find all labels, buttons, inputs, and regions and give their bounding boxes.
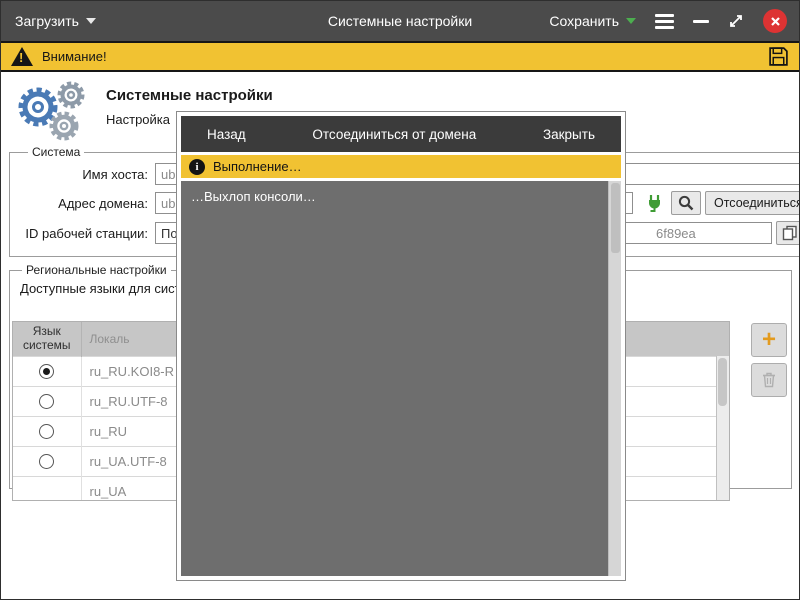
load-button[interactable]: Загрузить: [15, 1, 96, 41]
plug-icon: [649, 195, 660, 212]
disconnect-domain-button[interactable]: Отсоединиться от домена: [312, 127, 476, 142]
hamburger-icon: [655, 13, 674, 17]
menu-button[interactable]: [655, 13, 674, 29]
connect-button[interactable]: [643, 191, 667, 215]
column-header-language: Язык системы: [13, 322, 82, 356]
page-subtitle: Настройка: [106, 112, 170, 127]
locale-radio[interactable]: [39, 424, 55, 440]
dialog-header: Назад Отсоединиться от домена Закрыть: [181, 116, 621, 152]
info-icon: i: [189, 158, 205, 175]
copy-icon: [782, 225, 797, 241]
gears-icon: [11, 79, 93, 148]
workstation-id-label: ID рабочей станции:: [25, 225, 148, 241]
back-button[interactable]: Назад: [207, 127, 246, 142]
titlebar-controls: Сохранить: [549, 1, 787, 41]
system-group-legend: Система: [32, 145, 81, 159]
save-button-label: Сохранить: [549, 13, 619, 29]
locale-radio[interactable]: [39, 454, 55, 470]
status-text: Выполнение…: [213, 159, 302, 174]
dialog-close-button[interactable]: Закрыть: [543, 127, 595, 142]
console-scrollbar-thumb[interactable]: [611, 183, 620, 253]
trash-icon: [763, 372, 775, 388]
minimize-button[interactable]: [693, 19, 709, 23]
save-button[interactable]: Сохранить: [549, 13, 636, 29]
add-locale-button[interactable]: +: [751, 323, 787, 357]
chevron-down-green-icon: [626, 18, 636, 24]
floppy-icon: [769, 47, 788, 66]
close-icon: [770, 16, 780, 26]
console-output: …Выхлоп консоли…: [181, 181, 621, 576]
search-button[interactable]: [671, 191, 701, 215]
regional-group-legend: Региональные настройки: [26, 263, 167, 277]
status-bar: i Выполнение…: [181, 155, 621, 178]
console-text: …Выхлоп консоли…: [191, 189, 316, 204]
domain-label: Адрес домена:: [58, 195, 148, 211]
app-window: Загрузить Системные настройки Сохранить: [0, 0, 800, 600]
chevron-down-icon: [85, 18, 96, 24]
console-scrollbar[interactable]: [608, 181, 621, 576]
delete-locale-button[interactable]: [751, 363, 787, 397]
copy-button[interactable]: [776, 221, 799, 245]
locale-radio[interactable]: [39, 394, 55, 410]
disconnect-button[interactable]: Отсоединиться: [705, 191, 799, 215]
expand-icon: [730, 15, 742, 27]
save-file-button[interactable]: [768, 46, 789, 67]
warning-icon: [11, 47, 33, 66]
hostname-label: Имя хоста:: [82, 166, 148, 182]
load-button-label: Загрузить: [15, 13, 79, 29]
maximize-button[interactable]: [728, 13, 744, 29]
table-scrollbar-thumb[interactable]: [718, 358, 727, 406]
title-bar: Загрузить Системные настройки Сохранить: [1, 1, 799, 41]
close-button[interactable]: [763, 9, 787, 33]
page-title: Системные настройки: [106, 87, 273, 104]
locale-radio[interactable]: [39, 364, 55, 380]
plus-icon: +: [761, 326, 776, 353]
table-scrollbar[interactable]: [716, 356, 729, 500]
warning-text: Внимание!: [42, 49, 107, 64]
search-icon: [678, 195, 694, 211]
warning-bar: Внимание!: [1, 41, 799, 72]
execution-dialog: Назад Отсоединиться от домена Закрыть i …: [176, 111, 626, 581]
